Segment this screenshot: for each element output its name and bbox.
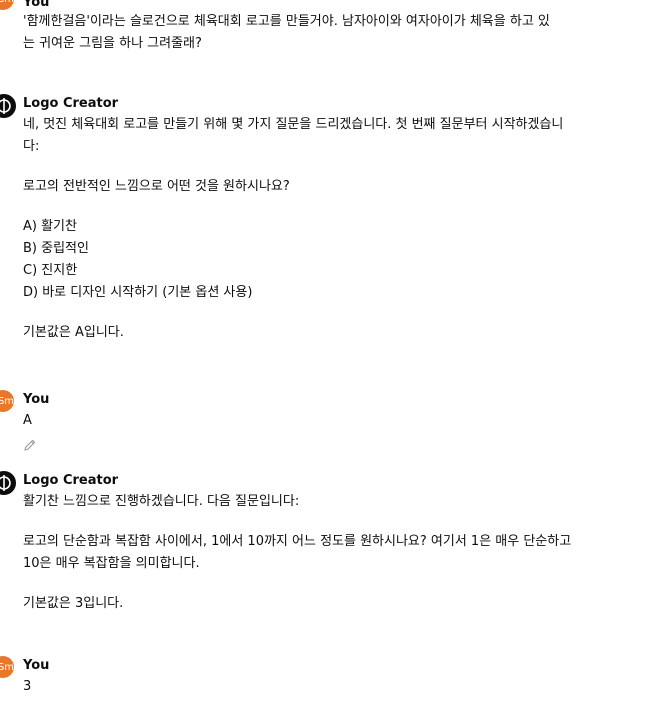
question-text: 로고의 전반적인 느낌으로 어떤 것을 원하시나요? xyxy=(23,179,290,194)
default-text: 기본값은 A입니다. xyxy=(23,325,124,340)
logo-creator-icon xyxy=(0,94,16,118)
message-text: 활기찬 느낌으로 진행하겠습니다. 다음 질문입니다: 로고의 단순함과 복잡함… xyxy=(23,491,603,615)
option-a: A) 활기찬 xyxy=(23,219,77,234)
message-author: Logo Creator xyxy=(23,96,119,111)
message-text: 네, 멋진 체육대회 로고를 만들기 위해 몇 가지 질문을 드리겠습니다. 첫… xyxy=(23,114,603,344)
option-b: B) 중립적인 xyxy=(23,241,89,256)
message-author: Logo Creator xyxy=(23,473,119,488)
message-author: You xyxy=(23,392,50,407)
logo-creator-icon xyxy=(0,471,16,495)
user-avatar: Sm xyxy=(0,656,14,678)
message-text: '함께한걸음'이라는 슬로건으로 체육대회 로고를 만들거야. 남자아이와 여자… xyxy=(23,14,550,51)
message-author: You xyxy=(23,0,50,10)
user-avatar: Sm xyxy=(0,0,14,10)
option-d: D) 바로 디자인 시작하기 (기본 옵션 사용) xyxy=(23,285,253,300)
user-avatar: Sm xyxy=(0,390,14,412)
default-text: 기본값은 3입니다. xyxy=(23,596,124,611)
message-text: 3 xyxy=(23,679,32,694)
message-text: A xyxy=(23,413,32,428)
pencil-icon[interactable] xyxy=(23,437,37,451)
question-text: 10은 매우 복잡함을 의미합니다. xyxy=(23,556,200,571)
message-author: You xyxy=(23,658,50,673)
option-c: C) 진지한 xyxy=(23,263,78,278)
question-text: 로고의 단순함과 복잡함 사이에서, 1에서 10까지 어느 정도를 원하시나요… xyxy=(23,534,572,549)
